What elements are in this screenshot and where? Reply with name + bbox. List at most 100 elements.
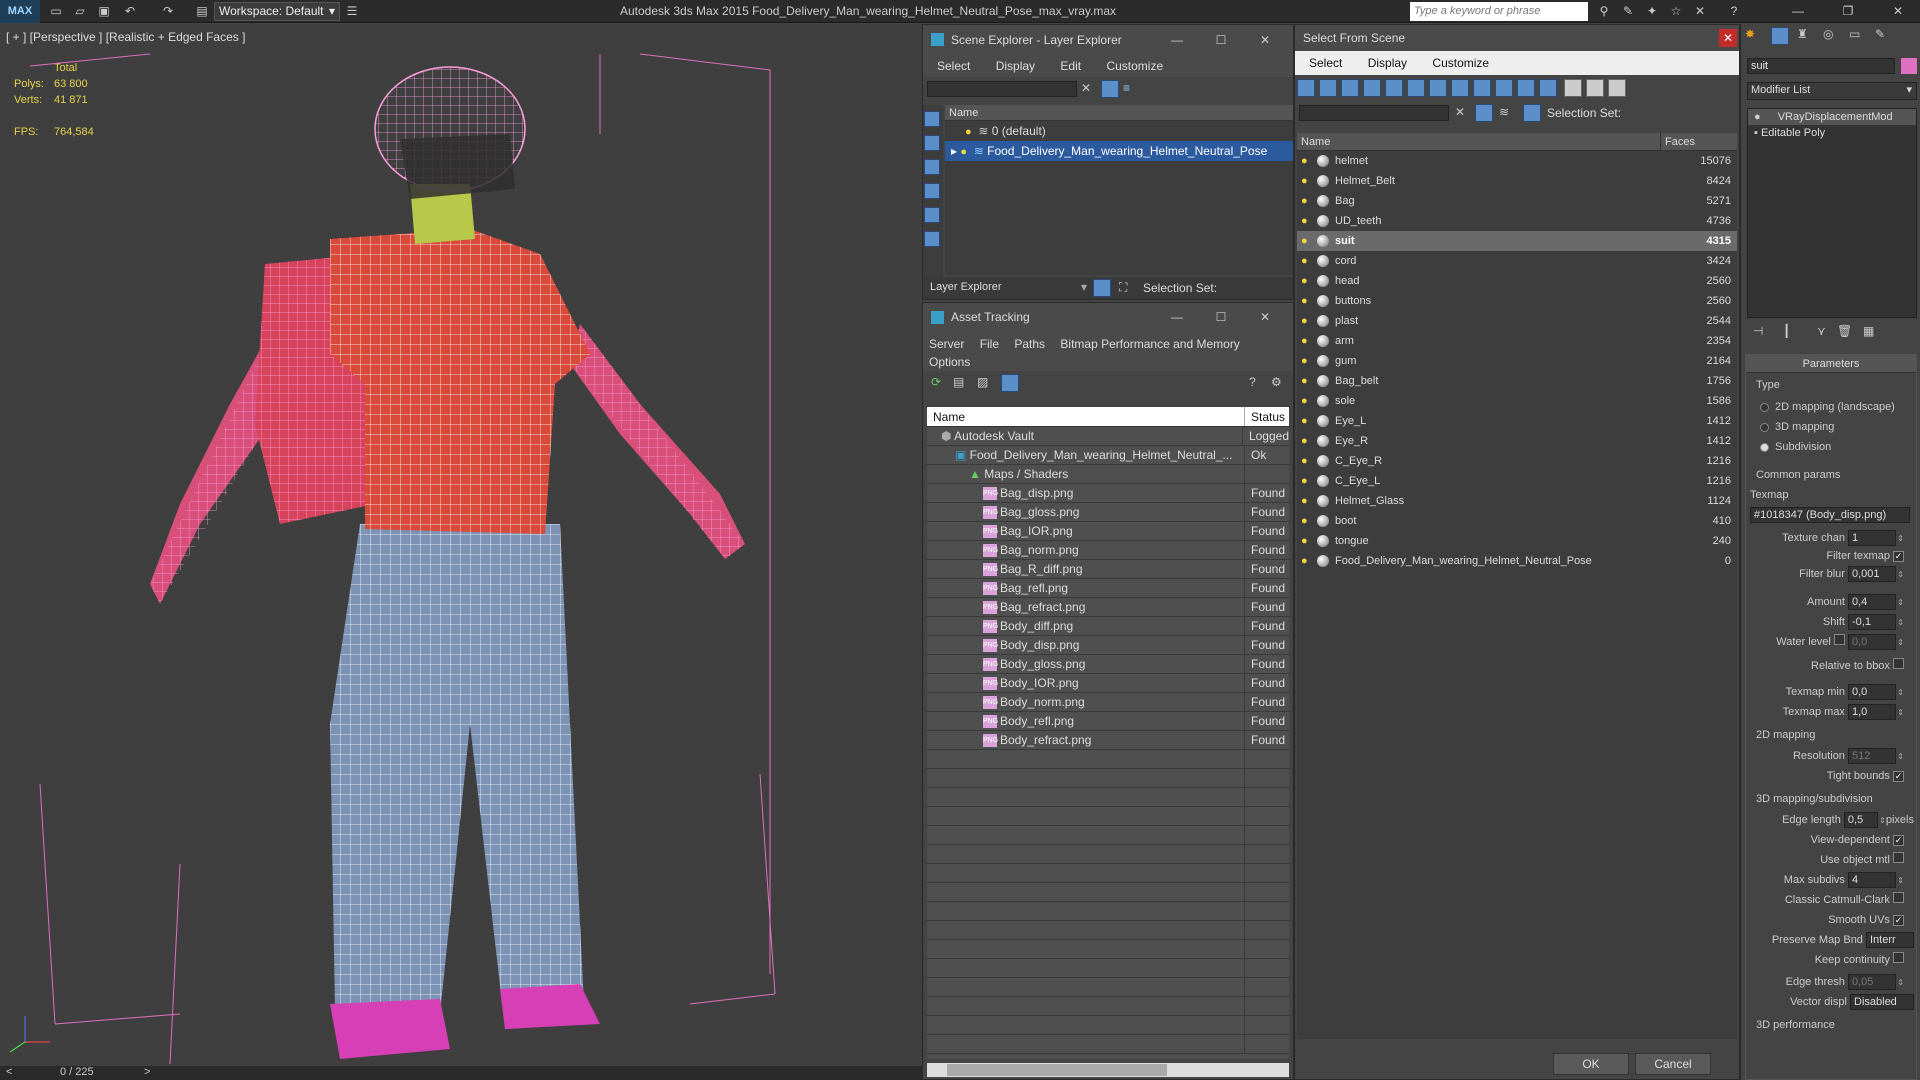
layer-row-default[interactable]: ● ≋ 0 (default) [945, 121, 1293, 141]
spinner-icon[interactable]: ⇕ [1878, 812, 1886, 830]
edge-length-input[interactable]: 0,5 [1843, 812, 1878, 828]
asset-row[interactable]: PNG Bag_refract.png Found [927, 598, 1289, 617]
asset-row[interactable]: PNG Bag_IOR.png Found [927, 522, 1289, 541]
lightbulb-icon[interactable]: ● [1301, 515, 1311, 527]
object-row[interactable]: ● C_Eye_L 1216 [1297, 471, 1737, 491]
new-file-icon[interactable]: ▭ [48, 3, 64, 19]
utilities-tab-icon[interactable]: ✎ [1875, 27, 1885, 41]
lightbulb-icon[interactable]: ● [1301, 335, 1311, 347]
asset-row[interactable]: PNG Bag_gloss.png Found [927, 503, 1289, 522]
radio-3d-mapping[interactable]: 3D mapping [1760, 417, 1895, 437]
object-color-swatch[interactable] [1901, 58, 1917, 74]
make-unique-icon[interactable]: ⋎ [1817, 324, 1826, 338]
close-icon[interactable]: ✕ [1243, 303, 1287, 331]
menu-display[interactable]: Display [996, 59, 1035, 73]
search-input[interactable]: Type a keyword or phrase [1410, 2, 1588, 21]
layer-mode-icon[interactable] [1093, 279, 1111, 297]
display-lights-icon[interactable] [1341, 79, 1359, 97]
asset-row[interactable]: PNG Bag_norm.png Found [927, 541, 1289, 560]
vector-displ-dropdown[interactable]: Disabled [1850, 994, 1914, 1010]
display-groups-icon[interactable] [1429, 79, 1447, 97]
maximize-icon[interactable]: ❐ [1840, 3, 1856, 19]
modifier-list-dropdown[interactable]: Modifier List ▾ [1747, 82, 1917, 100]
clear-search-icon[interactable]: ✕ [1081, 81, 1091, 95]
display-helpers-icon[interactable] [1385, 79, 1403, 97]
spinner-icon[interactable]: ⇕ [1896, 684, 1904, 702]
layer-row-selected[interactable]: ▸ ● ≋ Food_Delivery_Man_wearing_Helmet_N… [945, 141, 1293, 161]
smooth-uvs-checkbox[interactable]: ✓ [1893, 915, 1904, 926]
radio-2d-mapping[interactable]: 2D mapping (landscape) [1760, 397, 1895, 417]
list-view-icon[interactable]: ▤ [953, 375, 964, 389]
layer-options-icon[interactable]: ≡ [1123, 81, 1130, 95]
object-row[interactable]: ● Helmet_Glass 1124 [1297, 491, 1737, 511]
scrollbar-thumb[interactable] [947, 1064, 1167, 1076]
display-geometry-icon[interactable] [1297, 79, 1315, 97]
display-spacewarps-icon[interactable] [1407, 79, 1425, 97]
hierarchy-icon[interactable]: ⛶ [1119, 280, 1127, 295]
close-icon[interactable]: ✕ [1890, 3, 1906, 19]
menu-customize[interactable]: Customize [1106, 59, 1163, 73]
column-header-name[interactable]: Name [945, 105, 1293, 121]
close-icon[interactable]: ✕ [1719, 29, 1737, 47]
redo-icon[interactable]: ↷ [160, 3, 176, 19]
table-view-icon[interactable] [1001, 374, 1019, 392]
column-header-faces[interactable]: Faces [1661, 133, 1737, 150]
undo-icon[interactable]: ↶ [122, 3, 138, 19]
app-logo[interactable]: MAX [0, 0, 40, 23]
spinner-icon[interactable]: ⇕ [1896, 872, 1904, 890]
cancel-button[interactable]: Cancel [1635, 1053, 1711, 1075]
object-row[interactable]: ● Eye_R 1412 [1297, 431, 1737, 451]
relative-bbox-checkbox[interactable] [1893, 658, 1904, 669]
clear-search-icon[interactable]: ✕ [1455, 105, 1465, 119]
ok-button[interactable]: OK [1553, 1053, 1629, 1075]
asset-row[interactable]: PNG Body_diff.png Found [927, 617, 1289, 636]
favorites-icon[interactable]: ☆ [1668, 3, 1684, 19]
project-folder-icon[interactable]: ▤ [194, 3, 210, 19]
show-end-result-icon[interactable]: ┃ [1783, 324, 1790, 338]
texmap-max-input[interactable]: 1,0 [1848, 704, 1896, 720]
display-cameras-icon[interactable] [924, 231, 940, 247]
object-row[interactable]: ● sole 1586 [1297, 391, 1737, 411]
display-shapes-icon[interactable] [924, 183, 940, 199]
lightbulb-icon[interactable]: ● [1301, 315, 1311, 327]
display-hidden-icon[interactable] [1539, 79, 1557, 97]
pin-stack-icon[interactable]: ⊣ [1753, 324, 1763, 338]
asset-row[interactable]: ▲ Maps / Shaders [927, 465, 1289, 484]
menu-server[interactable]: Server [929, 337, 964, 351]
menu-customize[interactable]: Customize [1432, 56, 1489, 70]
scene-search-input[interactable] [1299, 105, 1449, 121]
lightbulb-icon[interactable]: ● [1301, 415, 1311, 427]
asset-row[interactable]: PNG Bag_R_diff.png Found [927, 560, 1289, 579]
asset-row[interactable]: PNG Bag_refl.png Found [927, 579, 1289, 598]
display-tab-icon[interactable]: ▭ [1849, 27, 1860, 41]
exchange-icon[interactable]: ✕ [1692, 3, 1708, 19]
remove-modifier-icon[interactable]: 🗑 [1837, 324, 1852, 338]
settings-icon[interactable]: ⚙ [1271, 375, 1282, 389]
texmap-button[interactable]: #1018347 (Body_disp.png) [1750, 507, 1910, 523]
object-row[interactable]: ● UD_teeth 4736 [1297, 211, 1737, 231]
object-row[interactable]: ● buttons 2560 [1297, 291, 1737, 311]
resolution-input[interactable]: 512 [1848, 748, 1896, 764]
menu-file[interactable]: File [980, 337, 999, 351]
display-lights-icon[interactable] [924, 207, 940, 223]
texmap-min-input[interactable]: 0,0 [1848, 684, 1896, 700]
shift-input[interactable]: -0,1 [1848, 614, 1896, 630]
display-invert-icon[interactable] [1608, 79, 1627, 97]
spinner-icon[interactable]: ⇕ [1896, 566, 1904, 584]
minimize-icon[interactable]: — [1155, 25, 1199, 55]
texture-chan-input[interactable]: 1 [1848, 530, 1896, 546]
object-row[interactable]: ● head 2560 [1297, 271, 1737, 291]
maximize-icon[interactable]: ☐ [1199, 303, 1243, 331]
spinner-icon[interactable]: ⇕ [1896, 704, 1904, 722]
spinner-icon[interactable]: ⇕ [1896, 974, 1904, 992]
parameters-header[interactable]: Parameters [1746, 355, 1916, 373]
configure-sets-icon[interactable]: ▦ [1863, 324, 1874, 338]
spinner-icon[interactable]: ⇕ [1896, 748, 1904, 766]
lightbulb-icon[interactable]: ● [1301, 535, 1311, 547]
minimize-icon[interactable]: — [1790, 3, 1806, 19]
column-header-status[interactable]: Status [1245, 407, 1285, 426]
lightbulb-icon[interactable]: ● [965, 126, 975, 138]
display-bones-icon[interactable] [1473, 79, 1491, 97]
modifier-stack-item-editable-poly[interactable]: ▪ Editable Poly [1748, 125, 1916, 141]
maximize-icon[interactable]: ☐ [1199, 25, 1243, 55]
